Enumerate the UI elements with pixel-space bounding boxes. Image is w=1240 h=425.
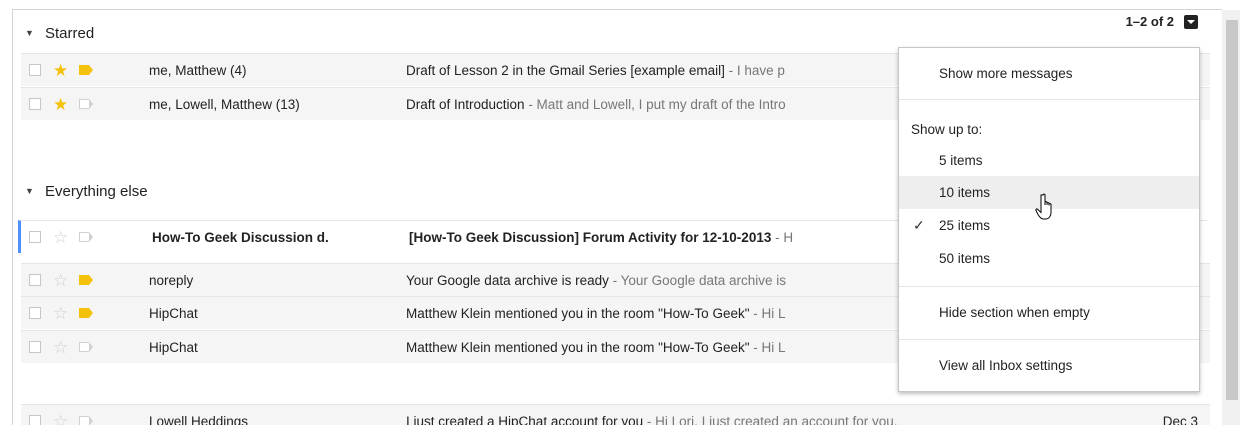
section-pager: 1–2 of 2 — [1126, 14, 1198, 29]
subject-text: Draft of Lesson 2 in the Gmail Series [e… — [406, 62, 725, 78]
snippet-text: - Hi Lori, I just created an account for… — [643, 413, 898, 425]
pager-count: 1–2 of 2 — [1125, 14, 1174, 29]
sender-name: HipChat — [149, 305, 198, 321]
row-checkbox[interactable] — [29, 307, 41, 319]
snippet-text: - Hi L — [749, 305, 786, 321]
row-checkbox[interactable] — [29, 64, 41, 76]
subject-text: Draft of Introduction — [406, 96, 525, 112]
sender-name: How-To Geek Discussion d. — [152, 229, 329, 245]
row-checkbox[interactable] — [29, 274, 41, 286]
collapse-caret-icon[interactable]: ▼ — [25, 186, 45, 196]
important-label-icon[interactable] — [79, 416, 93, 425]
menu-item-hide-section-when-empty[interactable]: Hide section when empty — [899, 287, 1199, 337]
star-icon[interactable]: ★ — [53, 62, 71, 79]
checkmark-icon: ✓ — [913, 217, 925, 233]
menu-item-show-more-messages[interactable]: Show more messages — [899, 48, 1199, 99]
menu-item-50-items[interactable]: 50 items — [899, 242, 1199, 275]
menu-item-label: Hide section when empty — [939, 304, 1090, 320]
section-title: Everything else — [45, 182, 148, 200]
menu-item-label: 10 items — [939, 185, 991, 200]
star-icon[interactable]: ☆ — [53, 229, 71, 246]
menu-item-5-items[interactable]: 5 items — [899, 144, 1199, 176]
menu-item-label: 5 items — [939, 152, 983, 168]
subject-text: Matthew Klein mentioned you in the room … — [406, 305, 750, 321]
menu-divider — [899, 99, 1199, 100]
email-row[interactable]: ☆ Lowell Heddings I just created a HipCh… — [21, 404, 1210, 425]
important-label-icon[interactable] — [79, 232, 93, 242]
star-icon[interactable]: ☆ — [53, 272, 71, 289]
subject-line: I just created a HipChat account for you… — [406, 414, 1076, 425]
sender-name: me, Lowell, Matthew (13) — [149, 96, 300, 112]
show-up-to-label: Show up to: — [911, 122, 983, 137]
row-checkbox[interactable] — [29, 98, 41, 110]
sender-name: Lowell Heddings — [149, 413, 249, 425]
section-header-starred[interactable]: ▼ Starred — [13, 19, 1210, 47]
hand-cursor-icon — [1035, 193, 1052, 220]
menu-item-label: View all Inbox settings — [939, 357, 1073, 373]
important-label-icon[interactable] — [79, 99, 93, 109]
star-icon[interactable]: ★ — [53, 96, 71, 113]
section-options-menu-icon[interactable] — [1184, 14, 1198, 29]
important-label-icon[interactable] — [79, 342, 93, 352]
menu-item-label: 25 items — [939, 218, 991, 233]
snippet-text: - Matt and Lowell, I put my draft of the… — [524, 96, 786, 112]
subject-text: Your Google data archive is ready — [406, 272, 609, 288]
subject-text: I just created a HipChat account for you — [406, 413, 644, 425]
row-checkbox[interactable] — [29, 341, 41, 353]
menu-item-label: Show more messages — [939, 66, 1073, 81]
menu-item-view-all-inbox-settings[interactable]: View all Inbox settings — [899, 340, 1199, 390]
important-label-icon[interactable] — [79, 275, 93, 285]
important-label-icon[interactable] — [79, 65, 93, 75]
email-date: Dec 3 — [1162, 413, 1198, 425]
star-icon[interactable]: ☆ — [53, 339, 71, 356]
menu-item-label: 50 items — [939, 251, 991, 266]
row-checkbox[interactable] — [29, 231, 41, 243]
star-icon[interactable]: ☆ — [53, 305, 71, 322]
subject-text: [How-To Geek Discussion] Forum Activity … — [409, 229, 772, 245]
row-checkbox[interactable] — [29, 415, 41, 425]
important-label-icon[interactable] — [79, 308, 93, 318]
subject-text: Matthew Klein mentioned you in the room … — [406, 339, 750, 355]
snippet-text: - I have p — [724, 62, 785, 78]
collapse-caret-icon[interactable]: ▼ — [25, 28, 45, 38]
sender-name: me, Matthew (4) — [149, 62, 247, 78]
snippet-text: - Hi L — [749, 339, 786, 355]
snippet-text: - H — [771, 229, 794, 245]
section-title: Starred — [45, 24, 95, 42]
sender-name: noreply — [149, 272, 194, 288]
scrollbar-thumb[interactable] — [1226, 20, 1238, 400]
sender-name: HipChat — [149, 339, 198, 355]
star-icon[interactable]: ☆ — [53, 413, 71, 425]
snippet-text: - Your Google data archive is — [608, 272, 786, 288]
